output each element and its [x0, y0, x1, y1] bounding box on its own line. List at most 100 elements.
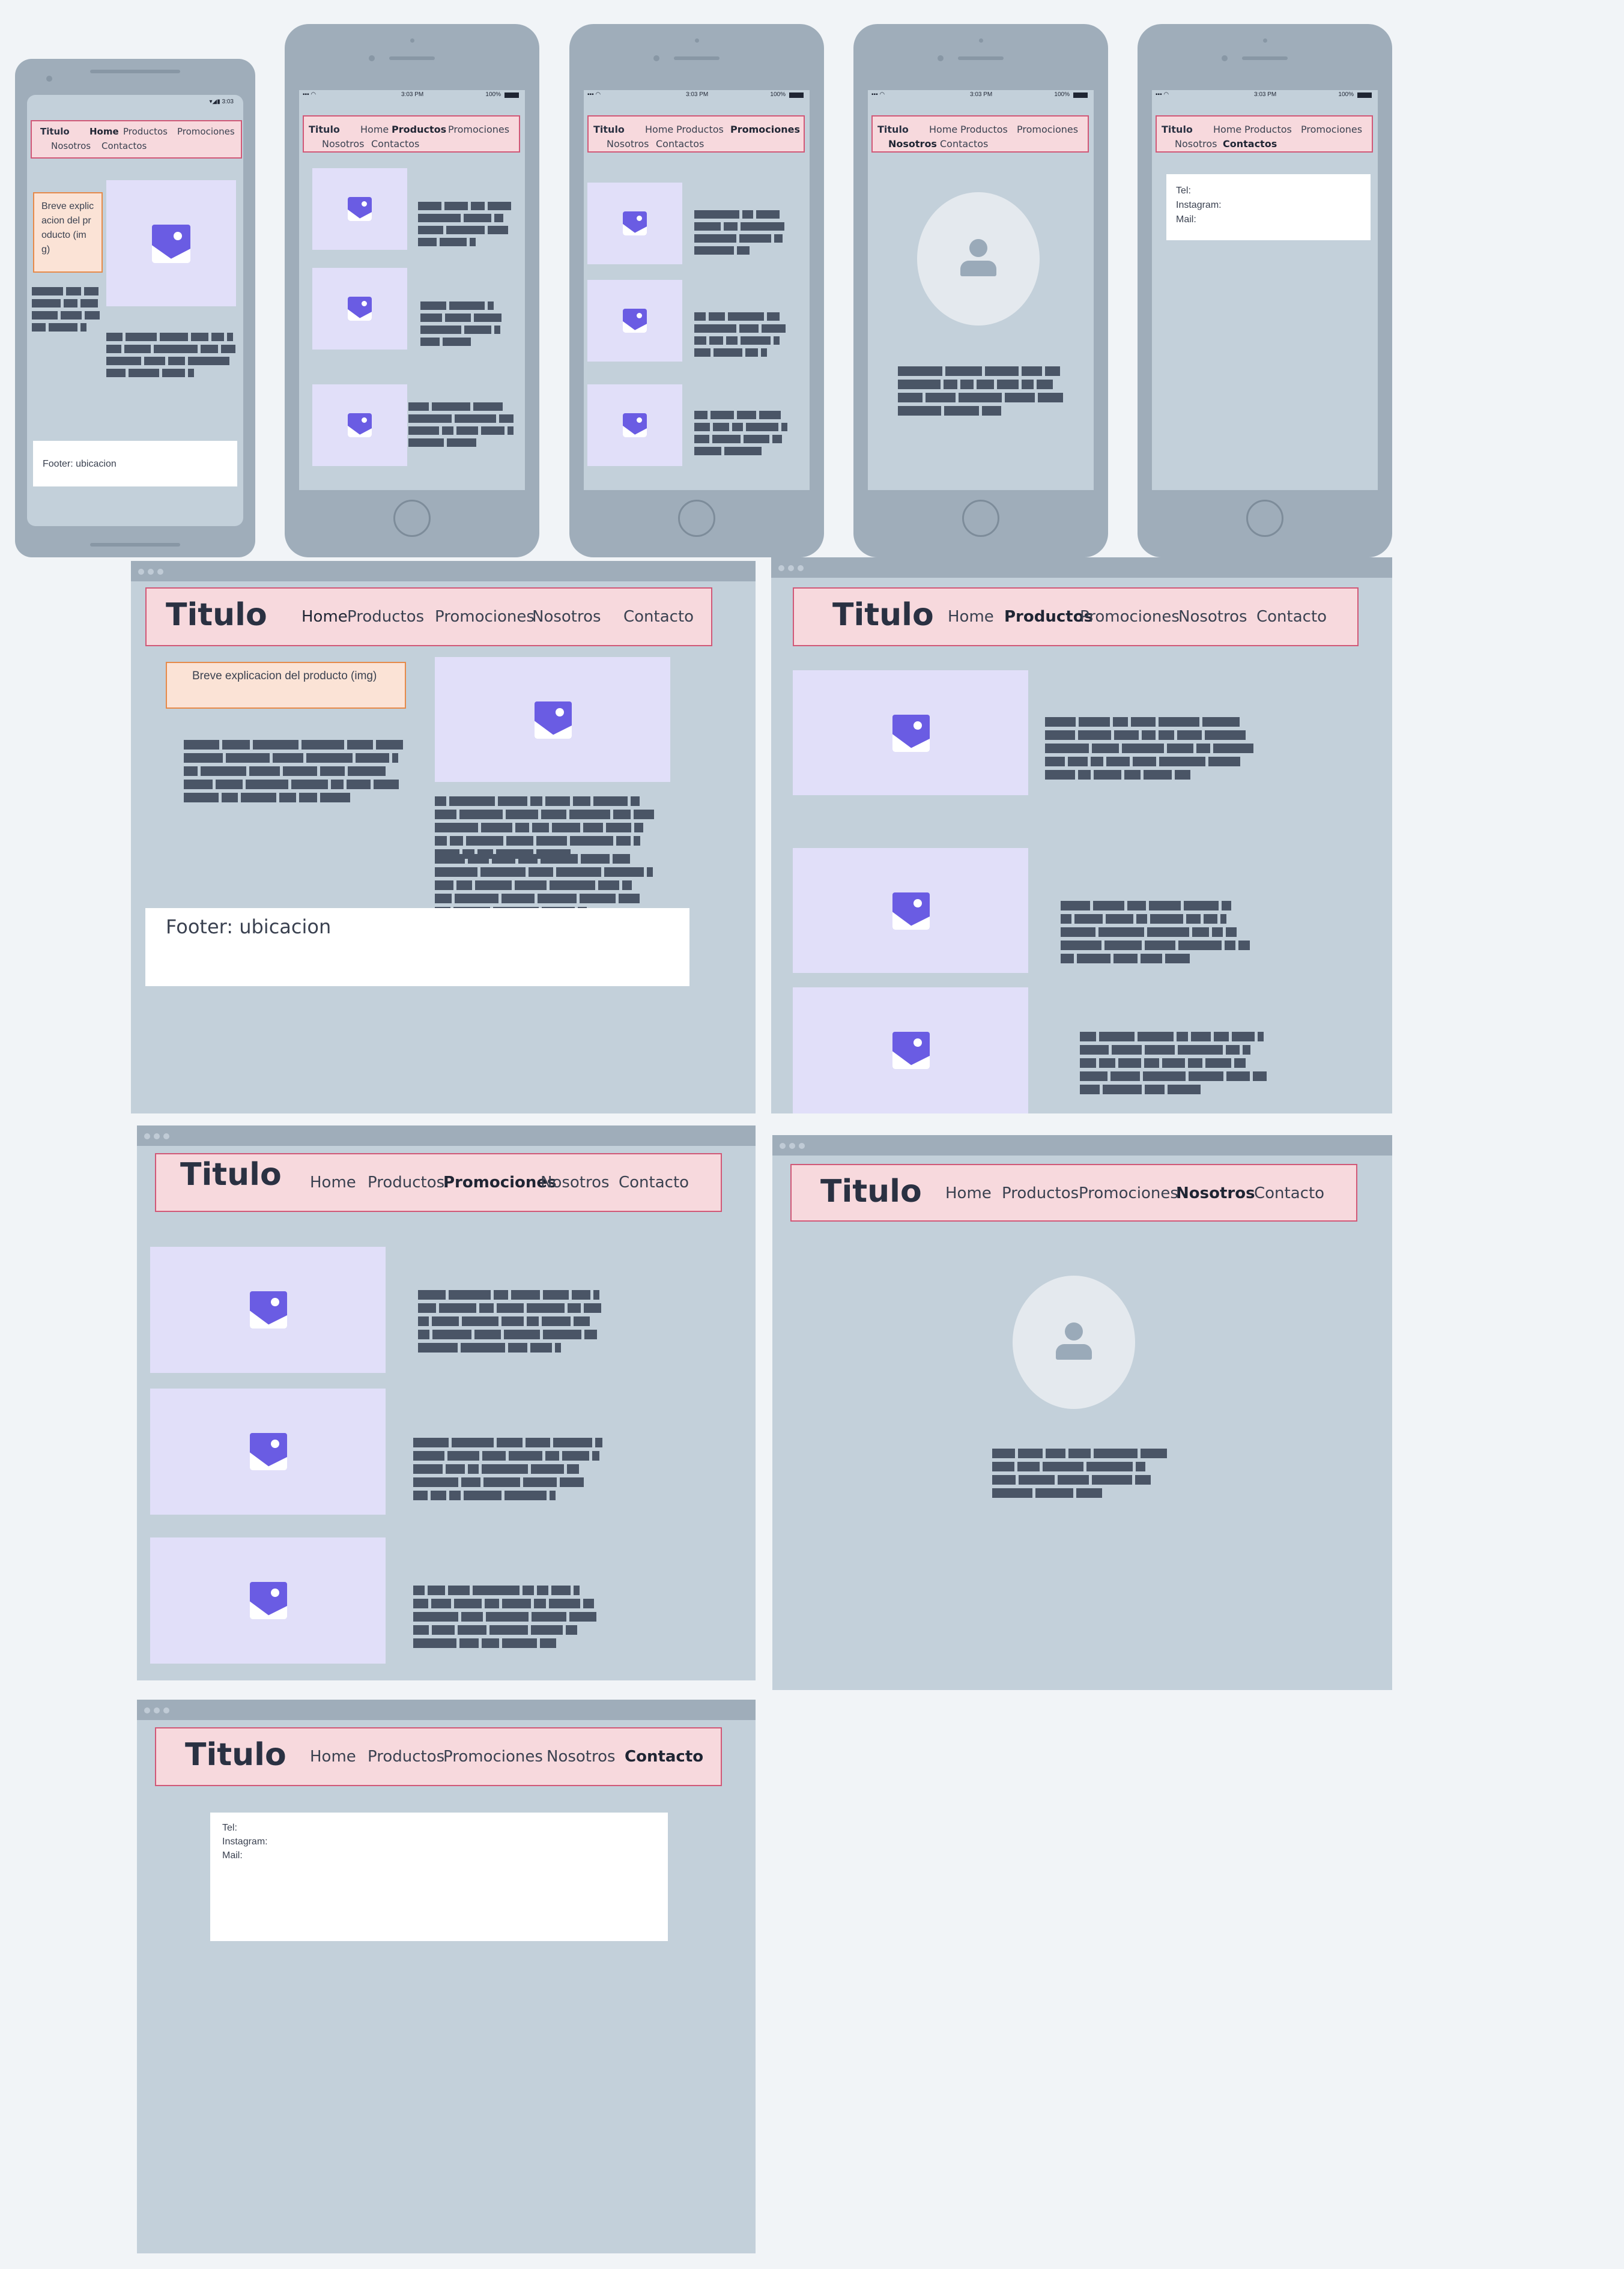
nav-link-home[interactable]: Home: [948, 608, 994, 626]
home-button[interactable]: [393, 500, 431, 537]
nav-link-productos[interactable]: Productos: [123, 126, 168, 137]
nav-link-nosotros[interactable]: Nosotros: [532, 608, 601, 626]
nav-link-home[interactable]: Home: [360, 124, 389, 135]
nav-link-nosotros[interactable]: Nosotros: [888, 138, 937, 150]
text-placeholder-bar: [515, 880, 547, 890]
nav-link-home[interactable]: Home: [945, 1184, 992, 1202]
nav-link-promociones[interactable]: Promociones: [1301, 124, 1362, 135]
nav-link-contacto[interactable]: Contacto: [623, 608, 694, 626]
nav-link-nosotros[interactable]: Nosotros: [1175, 138, 1217, 150]
text-line: [418, 238, 514, 246]
text-placeholder-bar: [992, 1462, 1014, 1471]
window-dot[interactable]: [778, 565, 784, 571]
window-dot[interactable]: [138, 569, 144, 575]
nav-link-contactos[interactable]: Contactos: [1223, 138, 1277, 150]
nav-link-home[interactable]: Home: [1213, 124, 1241, 135]
text-placeholder-bar: [549, 1599, 580, 1608]
nav-link-promociones[interactable]: Promociones: [1017, 124, 1078, 135]
text-placeholder-bar: [1234, 1058, 1246, 1068]
text-line: [418, 1343, 610, 1353]
text-placeholder-bar: [1045, 757, 1065, 766]
text-placeholder-bar: [1232, 1032, 1255, 1041]
nav-link-productos[interactable]: Productos: [368, 1748, 444, 1766]
nav-link-productos[interactable]: Productos: [1002, 1184, 1079, 1202]
window-dot[interactable]: [163, 1707, 169, 1713]
text-placeholder-bar: [569, 1612, 596, 1622]
text-placeholder-bar: [464, 1491, 501, 1500]
window-dot[interactable]: [789, 1143, 795, 1149]
text-placeholder-bar: [32, 299, 61, 307]
nav-link-promociones[interactable]: Promociones: [448, 124, 509, 135]
window-dot[interactable]: [157, 569, 163, 575]
text-placeholder-bar: [431, 1491, 446, 1500]
nav-link-nosotros[interactable]: Nosotros: [541, 1174, 610, 1192]
nav-link-home[interactable]: Home: [310, 1748, 356, 1766]
nav-link-contacto[interactable]: Contacto: [1254, 1184, 1324, 1202]
nav-link-productos[interactable]: Productos: [1244, 124, 1292, 135]
nav-link-promociones[interactable]: Promociones: [435, 608, 535, 626]
text-placeholder-bar: [474, 1330, 501, 1339]
nav-link-contacto[interactable]: Contacto: [1256, 608, 1327, 626]
window-dot[interactable]: [799, 1143, 805, 1149]
nav-link-promociones[interactable]: Promociones: [1079, 1184, 1178, 1202]
nav-link-home[interactable]: Home: [301, 608, 348, 626]
text-placeholder-bar: [408, 402, 429, 411]
text-placeholder-bar: [739, 234, 771, 243]
nav-link-promociones[interactable]: Promociones: [177, 126, 235, 137]
home-button[interactable]: [962, 500, 999, 537]
nav-link-home[interactable]: Home: [89, 126, 119, 137]
nav-link-nosotros[interactable]: Nosotros: [1176, 1184, 1255, 1202]
text-placeholder-bar: [523, 1586, 534, 1595]
window-dot[interactable]: [780, 1143, 786, 1149]
window-dot[interactable]: [788, 565, 794, 571]
nav-link-promociones[interactable]: Promociones: [443, 1748, 543, 1766]
nav-link-promociones[interactable]: Promociones: [443, 1174, 557, 1192]
image-icon: [892, 715, 930, 752]
nav-link-contacto[interactable]: Contacto: [625, 1748, 703, 1766]
text-placeholder-bar: [606, 823, 631, 832]
nav-link-contactos[interactable]: Contactos: [940, 138, 988, 150]
nav-link-nosotros[interactable]: Nosotros: [607, 138, 649, 150]
home-button[interactable]: [1246, 500, 1283, 537]
window-dot[interactable]: [148, 569, 154, 575]
text-placeholder-bar: [960, 380, 974, 389]
status-bar: ▾◢▮ 3:03: [210, 98, 234, 105]
text-placeholder-bar: [1061, 954, 1074, 963]
nav-link-nosotros[interactable]: Nosotros: [1178, 608, 1247, 626]
nav-link-promociones[interactable]: Promociones: [1080, 608, 1180, 626]
window-dot[interactable]: [798, 565, 804, 571]
nav-link-home[interactable]: Home: [929, 124, 957, 135]
nav-link-promociones[interactable]: Promociones: [730, 124, 800, 135]
nav-link-productos[interactable]: Productos: [676, 124, 724, 135]
text-placeholder-bar: [593, 796, 628, 806]
home-button[interactable]: [678, 500, 715, 537]
window-dot[interactable]: [154, 1707, 160, 1713]
nav-link-productos[interactable]: Productos: [368, 1174, 444, 1192]
nav-link-nosotros[interactable]: Nosotros: [51, 141, 91, 151]
nav-link-nosotros[interactable]: Nosotros: [547, 1748, 616, 1766]
nav-link-home[interactable]: Home: [645, 124, 673, 135]
nav-link-nosotros[interactable]: Nosotros: [322, 138, 365, 150]
product-note: Breve explicacion del producto (img): [166, 662, 406, 709]
window-dot[interactable]: [144, 1133, 150, 1139]
text-placeholder-bar: [613, 810, 631, 819]
nav-link-productos[interactable]: Productos: [392, 124, 446, 135]
nav-link-contactos[interactable]: Contactos: [102, 141, 147, 151]
text-placeholder-bar: [432, 1330, 471, 1339]
window-dot[interactable]: [154, 1133, 160, 1139]
text-placeholder-bar: [541, 810, 566, 819]
text-line: [435, 810, 663, 819]
text-placeholder-bar: [1061, 941, 1101, 950]
text-placeholder-bar: [572, 1290, 590, 1300]
nav-link-contactos[interactable]: Contactos: [656, 138, 704, 150]
nav-link-contactos[interactable]: Contactos: [371, 138, 419, 150]
text-placeholder-bar: [737, 411, 756, 419]
nav-link-productos[interactable]: Productos: [960, 124, 1008, 135]
window-dot[interactable]: [163, 1133, 169, 1139]
window-dot[interactable]: [144, 1707, 150, 1713]
nav-link-home[interactable]: Home: [310, 1174, 356, 1192]
text-line: [418, 1303, 610, 1313]
text-placeholder-bar: [1165, 954, 1190, 963]
nav-link-contacto[interactable]: Contacto: [619, 1174, 689, 1192]
nav-link-productos[interactable]: Productos: [347, 608, 424, 626]
